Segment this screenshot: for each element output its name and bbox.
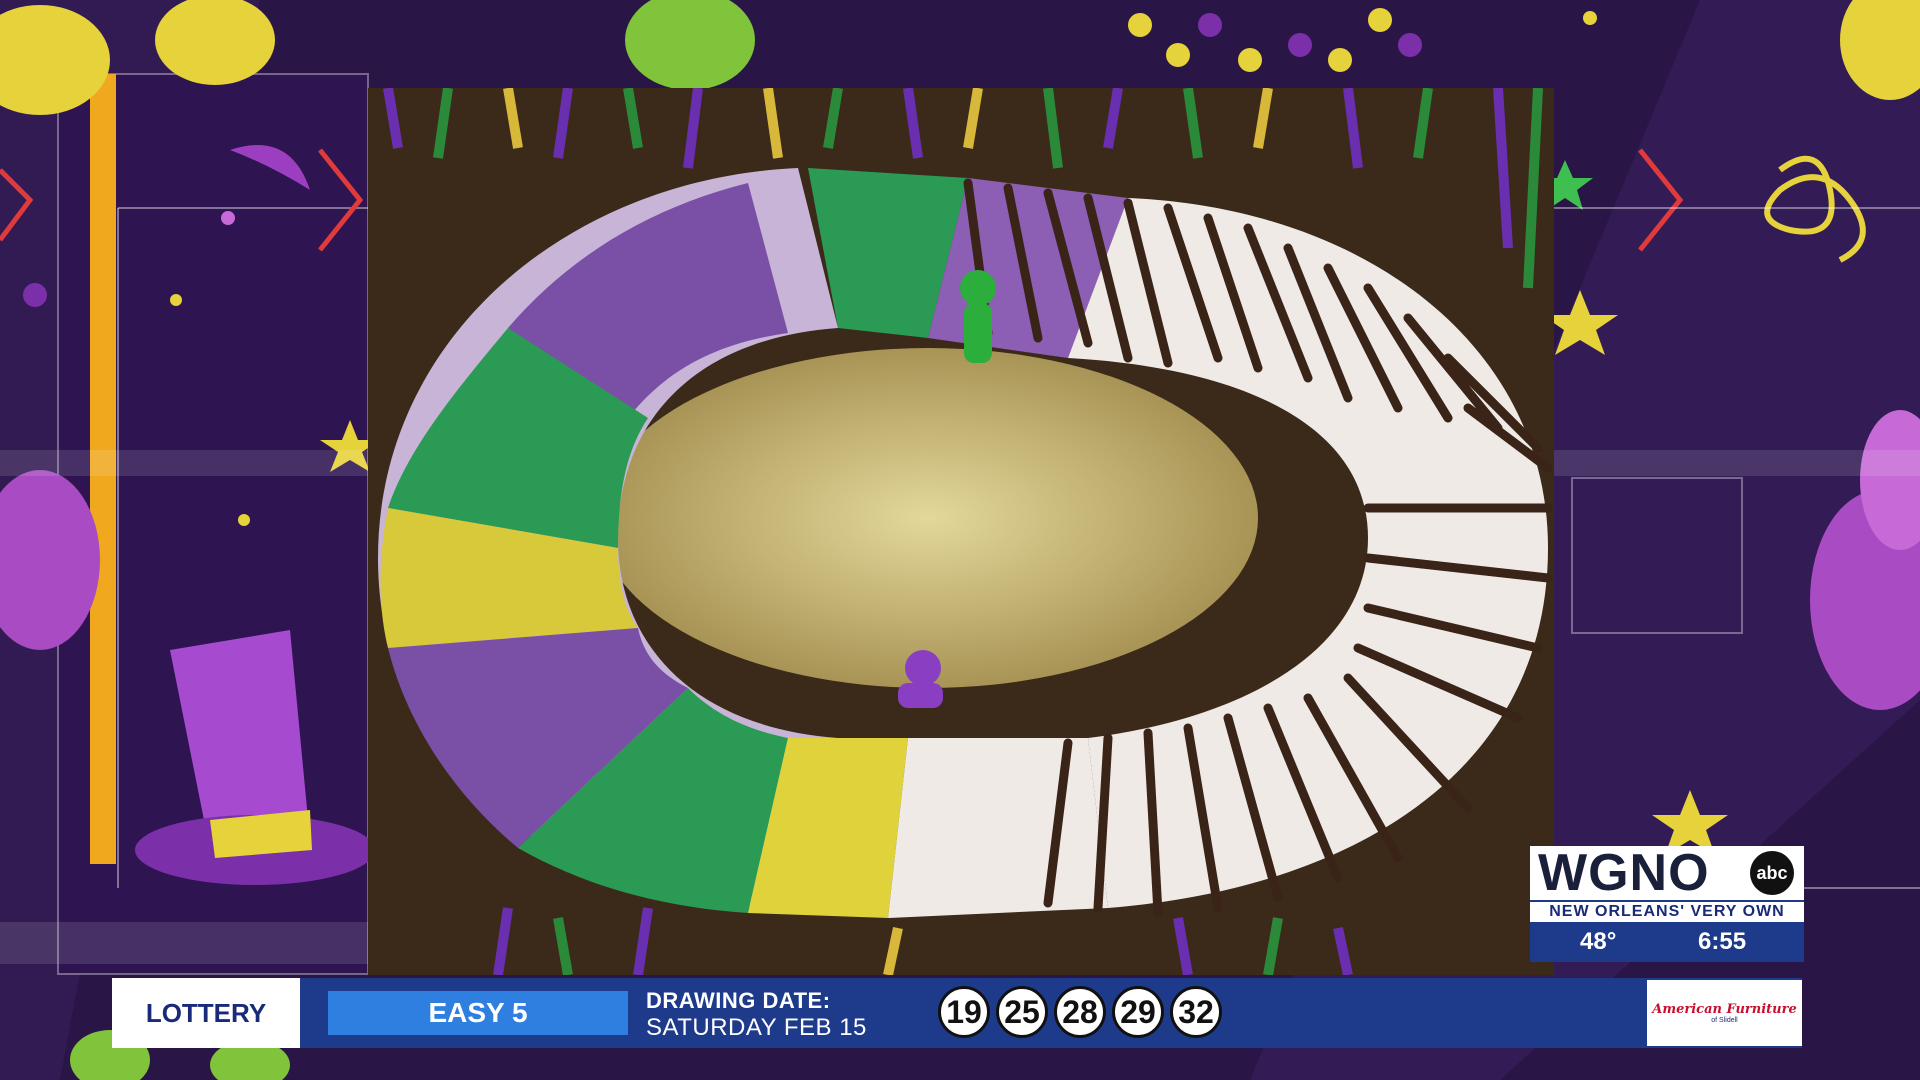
station-logo: WGNO abc xyxy=(1530,846,1804,900)
sponsor-subtitle: of Slidell xyxy=(1711,1017,1738,1024)
lottery-ball: 28 xyxy=(1054,986,1106,1038)
king-cake-photo xyxy=(368,88,1554,975)
lottery-ball: 25 xyxy=(996,986,1048,1038)
clock-time: 6:55 xyxy=(1698,928,1747,955)
weather-time-bar: 48° 6:55 xyxy=(1530,922,1804,962)
lottery-ball: 19 xyxy=(938,986,990,1038)
sponsor-name: American Furniture xyxy=(1652,1002,1797,1017)
winning-numbers: 19 25 28 29 32 xyxy=(938,986,1228,1038)
sponsor-logo: American Furniture of Slidell xyxy=(1647,980,1802,1046)
lottery-label: LOTTERY xyxy=(112,978,300,1048)
drawing-date-label: DRAWING DATE: xyxy=(646,988,831,1013)
lottery-lower-third: LOTTERY EASY 5 DRAWING DATE: SATURDAY FE… xyxy=(112,978,1802,1048)
abc-network-icon: abc xyxy=(1750,851,1794,895)
lottery-ball: 32 xyxy=(1170,986,1222,1038)
call-letters: WGNO xyxy=(1538,844,1710,902)
lottery-ball: 29 xyxy=(1112,986,1164,1038)
lottery-game-name: EASY 5 xyxy=(328,991,628,1035)
temperature: 48° xyxy=(1580,928,1617,955)
station-bug: WGNO abc NEW ORLEANS' VERY OWN 48° 6:55 xyxy=(1530,846,1804,962)
drawing-date: SATURDAY FEB 15 xyxy=(646,1014,867,1041)
station-tagline: NEW ORLEANS' VERY OWN xyxy=(1530,900,1804,922)
